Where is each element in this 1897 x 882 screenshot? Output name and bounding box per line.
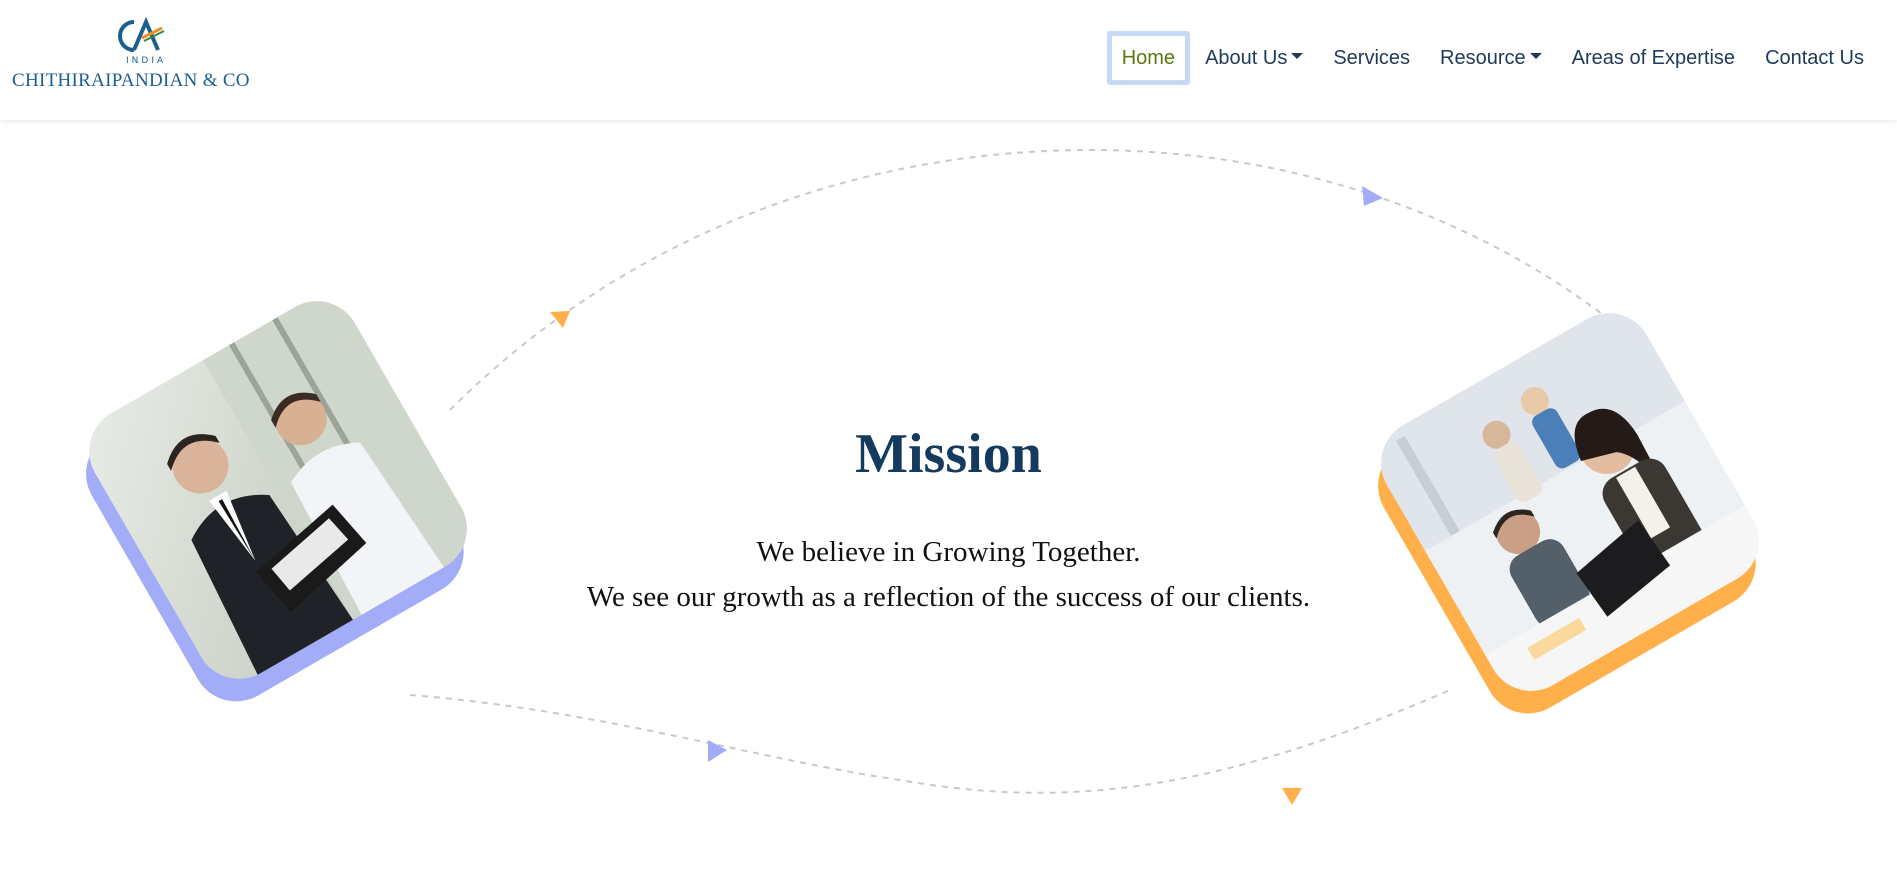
main-nav: Home About Us Services Resource Areas of…	[1106, 28, 1879, 88]
nav-resource[interactable]: Resource	[1425, 31, 1557, 85]
nav-resource-label: Resource	[1440, 46, 1526, 69]
arrow-orange-top-icon	[550, 311, 570, 328]
nav-areas-of-expertise[interactable]: Areas of Expertise	[1557, 31, 1750, 85]
nav-about-us[interactable]: About Us	[1190, 31, 1318, 85]
nav-services-label: Services	[1333, 46, 1411, 69]
nav-home[interactable]: Home	[1106, 31, 1191, 85]
chevron-down-icon	[1291, 53, 1304, 59]
brand-link[interactable]: INDIA CHITHIRAIPANDIAN & CO	[12, 16, 262, 96]
arrow-purple-bottom-icon	[708, 740, 727, 762]
ca-india-logo-icon: INDIA	[118, 16, 166, 66]
nav-about-us-label: About Us	[1205, 46, 1288, 69]
nav-services[interactable]: Services	[1318, 31, 1425, 85]
mission-description: We believe in Growing Together. We see o…	[0, 530, 1897, 620]
mission-title: Mission	[855, 423, 1042, 485]
arrow-purple-top-icon	[1362, 186, 1383, 206]
chevron-down-icon	[1529, 53, 1542, 59]
nav-contact-label: Contact Us	[1765, 46, 1864, 69]
nav-areas-label: Areas of Expertise	[1571, 46, 1736, 69]
mission-section: Mission We believe in Growing Together. …	[0, 120, 1897, 882]
mission-line-1: We believe in Growing Together.	[756, 536, 1141, 568]
brand-name: CHITHIRAIPANDIAN & CO	[12, 70, 250, 91]
logo-subtext: INDIA	[126, 56, 166, 66]
mission-line-2: We see our growth as a reflection of the…	[586, 581, 1311, 613]
site-header: INDIA CHITHIRAIPANDIAN & CO Home About U…	[0, 0, 1897, 120]
arrow-orange-bottom-icon	[1282, 788, 1302, 805]
nav-contact-us[interactable]: Contact Us	[1750, 31, 1879, 85]
nav-home-label: Home	[1121, 46, 1176, 69]
